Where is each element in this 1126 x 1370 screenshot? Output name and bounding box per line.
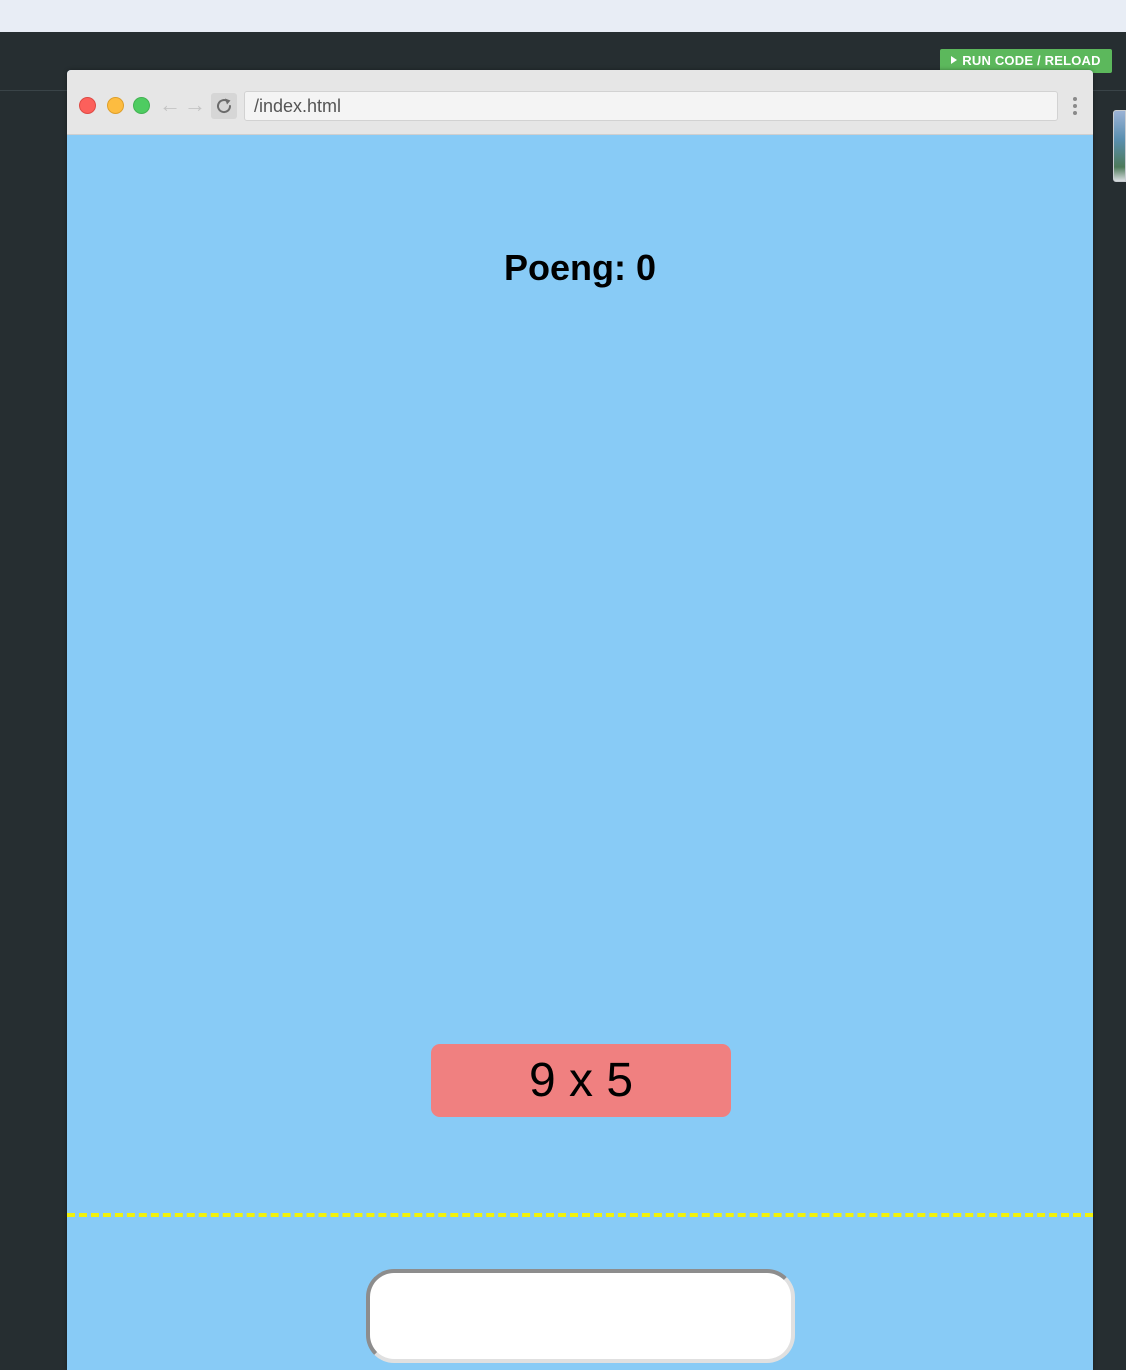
game-page: Poeng: 0 9 x 5 (67, 135, 1093, 1370)
browser-window: ← → /index.html Poeng: 0 9 x 5 (67, 70, 1093, 1370)
address-bar[interactable]: /index.html (244, 91, 1058, 121)
top-strip (0, 0, 1126, 32)
more-menu-icon[interactable] (1069, 97, 1081, 117)
score-display: Poeng: 0 (503, 247, 656, 288)
minimize-window-icon[interactable] (107, 97, 124, 114)
forward-arrow-icon[interactable]: → (184, 93, 206, 117)
reload-icon[interactable] (211, 93, 237, 119)
falling-task: 9 x 5 (431, 1044, 731, 1117)
deadline-line (67, 1213, 1093, 1217)
side-thumbnail[interactable] (1113, 110, 1126, 182)
browser-toolbar: ← → /index.html (67, 70, 1093, 135)
close-window-icon[interactable] (79, 97, 96, 114)
maximize-window-icon[interactable] (133, 97, 150, 114)
answer-input[interactable] (366, 1269, 795, 1363)
run-button-label: RUN CODE / RELOAD (962, 53, 1101, 68)
back-arrow-icon[interactable]: ← (159, 93, 181, 117)
play-icon (951, 56, 958, 64)
